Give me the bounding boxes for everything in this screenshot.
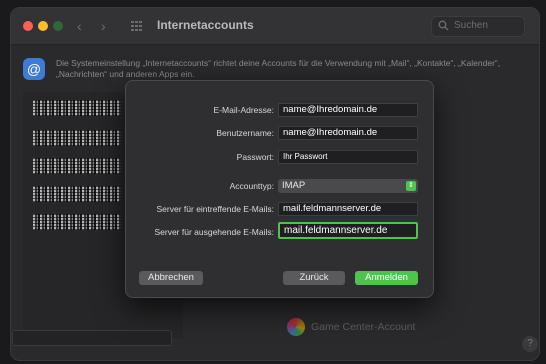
back-button[interactable]: Zurück (283, 271, 345, 285)
incoming-server-field[interactable]: mail.feldmannserver.de (278, 202, 418, 216)
grid-icon[interactable] (131, 21, 142, 31)
zoom-window-button[interactable] (53, 21, 63, 31)
account-entry-redacted[interactable] (33, 214, 121, 230)
chevron-right-icon[interactable]: › (101, 17, 106, 35)
sidebar-footer-field[interactable] (12, 330, 172, 346)
account-entry-redacted[interactable] (33, 158, 121, 174)
cancel-button[interactable]: Abbrechen (139, 271, 203, 285)
window-title: Internetaccounts (157, 18, 254, 32)
at-sign-icon: @ (23, 58, 45, 80)
close-window-button[interactable] (23, 21, 33, 31)
info-text: Die Systemeinstellung „Internetaccounts“… (56, 58, 501, 79)
search-field[interactable]: Suchen (431, 16, 525, 37)
accounttype-value: IMAP (282, 180, 306, 191)
sign-in-button[interactable]: Anmelden (355, 271, 418, 285)
outgoing-server-label: Server für ausgehende E-Mails: (154, 227, 274, 237)
accounttype-select[interactable]: IMAP ⇕ (278, 179, 418, 193)
help-icon[interactable]: ? (522, 336, 538, 352)
password-field[interactable]: Ihr Passwort (278, 150, 418, 164)
password-label: Passwort: (236, 152, 274, 162)
accounttype-label: Accounttyp: (229, 181, 274, 191)
username-field[interactable]: name@Ihredomain.de (278, 126, 418, 140)
title-bar: ‹ › Internetaccounts Suchen (11, 8, 539, 45)
incoming-server-label: Server für eintreffende E-Mails: (156, 204, 274, 214)
chevron-left-icon[interactable]: ‹ (77, 17, 82, 35)
game-center-label: Game Center-Account (311, 321, 416, 333)
username-label: Benutzername: (216, 128, 274, 138)
account-entry-redacted[interactable] (33, 186, 121, 202)
outgoing-server-field[interactable]: mail.feldmannserver.de (278, 222, 418, 239)
search-placeholder: Suchen (454, 20, 488, 31)
account-entry-redacted[interactable] (33, 100, 121, 116)
email-label: E-Mail-Adresse: (213, 105, 274, 115)
game-center-icon (287, 318, 305, 336)
account-entry-redacted[interactable] (33, 130, 121, 146)
chevron-up-down-icon: ⇕ (406, 181, 416, 191)
email-field[interactable]: name@Ihredomain.de (278, 103, 418, 117)
add-account-sheet: E-Mail-Adresse: name@Ihredomain.de Benut… (125, 80, 434, 298)
minimize-window-button[interactable] (38, 21, 48, 31)
search-icon (438, 20, 449, 31)
